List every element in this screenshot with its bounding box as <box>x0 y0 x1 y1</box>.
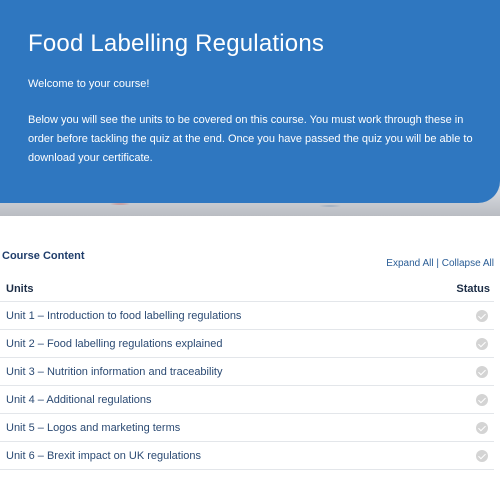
welcome-text: Welcome to your course! <box>28 78 150 90</box>
unit-label: Unit 4 – Additional regulations <box>6 393 152 406</box>
unit-row-1[interactable]: Unit 1 – Introduction to food labelling … <box>0 302 494 330</box>
table-header: Units Status <box>0 276 494 302</box>
status-check-icon <box>476 337 488 350</box>
unit-label: Unit 2 – Food labelling regulations expl… <box>6 337 223 350</box>
course-content-heading: Course Content <box>2 250 85 262</box>
hero-card: Food Labelling Regulations Welcome to yo… <box>0 0 500 203</box>
expand-all-link[interactable]: Expand All <box>386 258 433 269</box>
unit-row-5[interactable]: Unit 5 – Logos and marketing terms <box>0 414 494 442</box>
unit-label: Unit 6 – Brexit impact on UK regulations <box>6 449 202 462</box>
status-check-icon <box>476 365 488 378</box>
unit-label: Unit 3 – Nutrition information and trace… <box>6 365 223 378</box>
status-column-header: Status <box>456 282 490 295</box>
units-table: Units Status Unit 1 – Introduction to fo… <box>0 276 494 470</box>
unit-label: Unit 5 – Logos and marketing terms <box>6 421 181 434</box>
status-check-icon <box>476 421 488 434</box>
page-title: Food Labelling Regulations <box>28 30 325 57</box>
unit-row-4[interactable]: Unit 4 – Additional regulations <box>0 386 494 414</box>
unit-row-2[interactable]: Unit 2 – Food labelling regulations expl… <box>0 330 494 358</box>
unit-row-6[interactable]: Unit 6 – Brexit impact on UK regulations <box>0 442 494 470</box>
units-column-header: Units <box>6 282 34 295</box>
expand-collapse-links: Expand All | Collapse All <box>386 258 494 269</box>
status-check-icon <box>476 309 488 322</box>
unit-label: Unit 1 – Introduction to food labelling … <box>6 309 242 322</box>
unit-row-3[interactable]: Unit 3 – Nutrition information and trace… <box>0 358 494 386</box>
link-separator: | <box>436 258 439 269</box>
hero-banner: Food Labelling Regulations Welcome to yo… <box>0 0 500 216</box>
collapse-all-link[interactable]: Collapse All <box>442 258 494 269</box>
status-check-icon <box>476 393 488 406</box>
course-description: Below you will see the units to be cover… <box>28 114 473 164</box>
status-check-icon <box>476 449 488 462</box>
